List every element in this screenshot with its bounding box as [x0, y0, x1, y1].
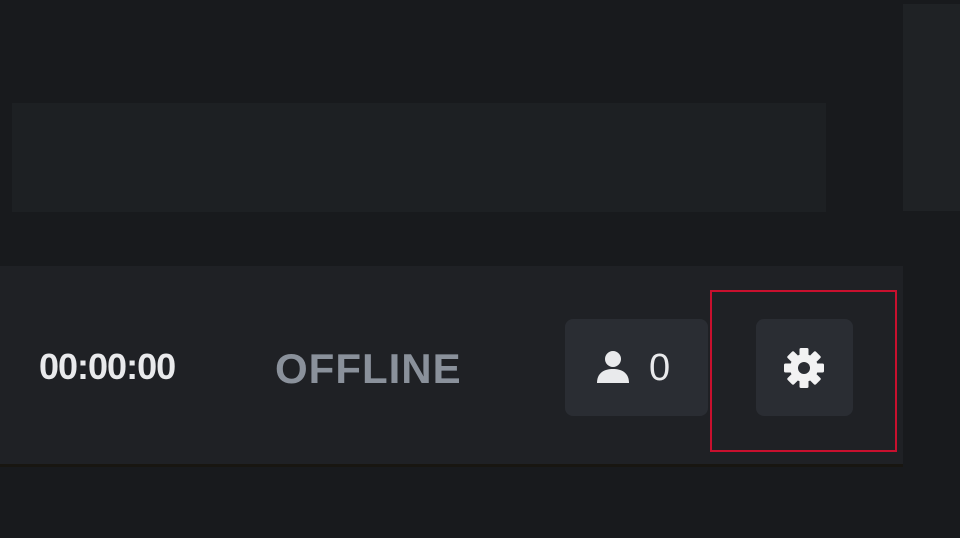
status-bar-edge	[0, 464, 903, 467]
stream-timer: 00:00:00	[39, 346, 176, 387]
page: 00:00:00 OFFLINE 0	[0, 0, 960, 538]
stream-status: OFFLINE	[275, 345, 462, 392]
viewer-count: 0	[649, 347, 671, 389]
right-panel	[903, 4, 960, 211]
user-icon	[597, 351, 629, 383]
top-panel	[12, 103, 826, 212]
viewer-count-button[interactable]: 0	[565, 319, 708, 416]
gear-icon	[784, 348, 824, 388]
settings-button[interactable]	[756, 319, 853, 416]
